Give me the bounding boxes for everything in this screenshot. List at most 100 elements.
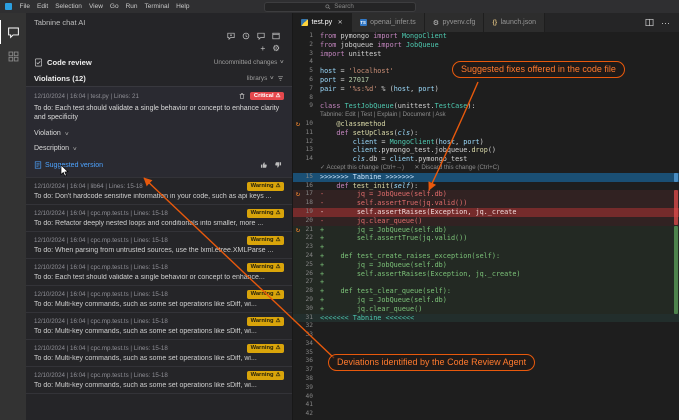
code-line-26[interactable]: 26+ self.assertRaises(Exception, jq._cre… [293,270,679,279]
trash-icon[interactable] [238,92,246,100]
code-line-32[interactable]: 32 [293,322,679,331]
menu-go[interactable]: Go [106,3,122,10]
activity-extensions-button[interactable] [0,44,26,68]
code-line-22[interactable]: 22+ self.assertTrue(jq.valid()) [293,234,679,243]
line-number: 25 [303,261,320,270]
code-line-23[interactable]: 23+ [293,243,679,252]
thumbs-up-icon[interactable] [260,161,268,169]
code-line-24[interactable]: 24+ def test_create_raises_exception(sel… [293,252,679,261]
code-line-3[interactable]: 3import unittest [293,50,679,59]
violation-item[interactable]: 12/10/2024 | 16:04 | lib64 | Lines: 15-1… [26,178,292,205]
line-number: 7 [303,85,320,94]
code-line-25[interactable]: 25+ jq = JobQueue(self.db) [293,261,679,270]
code-line-42[interactable]: 42 [293,410,679,419]
conversations-icon[interactable] [257,32,265,40]
line-number: 16 [303,182,320,191]
menu-terminal[interactable]: Terminal [141,3,173,10]
code-line-2[interactable]: 2from jobqueue import JobQueue [293,41,679,50]
code-line-8[interactable]: 8 [293,94,679,103]
code-line-39[interactable]: 39 [293,384,679,393]
code-line-21[interactable]: ↻21+ jq = JobQueue(self.db) [293,226,679,235]
line-number: 11 [303,129,320,138]
tabnine-fix-icon[interactable]: ↻ [293,226,303,235]
code-line-10[interactable]: ↻10 @classmethod [293,120,679,129]
code-line-20[interactable]: 20- jq.clear_queue() [293,217,679,226]
line-number: 26 [303,270,320,279]
tab-pyvenv.cfg[interactable]: ⚙pyvenv.cfg [425,13,485,32]
code-line-11[interactable]: 11 def setUpClass(cls): [293,129,679,138]
library-filter-dropdown[interactable]: librarys∨ [247,75,284,82]
code-line-18[interactable]: 18- self.assertTrue(jq.valid()) [293,199,679,208]
code-line-16[interactable]: 16 def test_init(self): [293,182,679,191]
tabnine-codelens[interactable]: Tabnine: Edit | Test | Explain | Documen… [293,111,679,120]
code-line-40[interactable]: 40 [293,393,679,402]
code-line-15[interactable]: 15>>>>>>> Tabnine >>>>>>> [293,173,679,182]
violation-item[interactable]: 12/10/2024 | 16:04 | cpc.mp.test.ts | Li… [26,367,292,394]
violation-text: To do: Refactor deeply nested loops and … [34,220,284,227]
activity-bar [0,13,26,420]
changes-filter-dropdown[interactable]: Uncommitted changes∨ [214,59,284,66]
severity-badge: Warning⚠ [247,182,284,191]
violation-item[interactable]: 12/10/2024 | 16:04 | cpc.mp.test.ts | Li… [26,259,292,286]
line-number: 24 [303,252,320,261]
tab-test.py[interactable]: test.py✕ [293,13,352,32]
menu-help[interactable]: Help [173,3,193,10]
chevron-down-icon: ∨ [270,75,275,81]
code-line-38[interactable]: 38 [293,375,679,384]
code-line-12[interactable]: 12 client = MongoClient(host, port) [293,138,679,147]
split-editor-icon[interactable] [645,18,654,27]
global-search-input[interactable]: Search [264,2,416,12]
description-section-toggle[interactable]: Description∨ [34,145,284,152]
close-tab-icon[interactable]: ✕ [338,19,343,26]
settings-gear-icon[interactable]: ⚙ [272,44,280,52]
code-line-29[interactable]: 29+ jq = JobQueue(self.db) [293,296,679,305]
line-number: 41 [303,401,320,410]
code-line-7[interactable]: 7pair = '%s:%d' % (host, port) [293,85,679,94]
tab-launch.json[interactable]: {}launch.json [484,13,545,32]
code-line-19[interactable]: 19- self.assertRaises(Exception, jq._cre… [293,208,679,217]
tabnine-fix-icon[interactable]: ↻ [293,120,303,129]
violation-item[interactable]: 12/10/2024 | 16:04 | cpc.mp.test.ts | Li… [26,313,292,340]
line-number: 32 [303,322,320,331]
menu-view[interactable]: View [85,3,106,10]
activity-tabnine-chat-button[interactable] [0,20,26,44]
violation-item[interactable]: 12/10/2024 | 16:04 | cpc.mp.test.ts | Li… [26,205,292,232]
code-line-1[interactable]: 1from pymongo import MongoClient [293,32,679,41]
violation-item[interactable]: 12/10/2024 | 16:04 | cpc.mp.test.ts | Li… [26,340,292,367]
menu-selection[interactable]: Selection [52,3,86,10]
violation-section-toggle[interactable]: Violation∨ [34,130,284,137]
code-line-34[interactable]: 34 [293,340,679,349]
code-line-41[interactable]: 41 [293,401,679,410]
new-conversation-icon[interactable] [227,32,235,40]
menu-file[interactable]: File [16,3,33,10]
violation-item[interactable]: 12/10/2024 | 16:04 | cpc.mp.test.ts | Li… [26,286,292,313]
code-line-33[interactable]: 33 [293,331,679,340]
code-line-28[interactable]: 28+ def test_clear_queue(self): [293,287,679,296]
menu-run[interactable]: Run [122,3,141,10]
overview-ruler[interactable] [672,32,679,420]
merge-actions-codelens[interactable]: ✓ Accept this change (Ctrl+→) ✕ Discard … [293,164,679,173]
tabnine-fix-icon[interactable]: ↻ [293,190,303,199]
new-chat-plus-icon[interactable]: + [260,44,265,52]
code-line-13[interactable]: 13 client.pymongo_test.jobqueue.drop() [293,146,679,155]
code-line-14[interactable]: 14 cls.db = client.pymongo_test [293,155,679,164]
violation-item[interactable]: 12/10/2024 | 16:04 | cpc.mp.test.ts | Li… [26,232,292,259]
more-actions-icon[interactable]: ⋯ [661,19,670,27]
line-number: 33 [303,331,320,340]
severity-badge: Warning⚠ [247,263,284,272]
chat-history-icon[interactable] [242,32,250,40]
code-line-31[interactable]: 31<<<<<<< Tabnine <<<<<<< [293,314,679,323]
code-line-9[interactable]: 9class TestJobQueue(unittest.TestCase): [293,102,679,111]
violation-meta: 12/10/2024 | 16:04 | cpc.mp.test.ts | Li… [34,237,168,244]
code-line-27[interactable]: 27+ [293,278,679,287]
severity-badge: Warning⚠ [247,290,284,299]
violation-meta: 12/10/2024 | 16:04 | cpc.mp.test.ts | Li… [34,264,168,271]
ruler-mark-added [674,226,678,314]
annotation-callout-review: Deviations identified by the Code Review… [328,354,535,371]
code-line-30[interactable]: 30+ jq.clear_queue() [293,305,679,314]
tab-openai_infer.ts[interactable]: TSopenai_infer.ts [352,13,425,32]
open-in-window-icon[interactable] [272,32,280,40]
thumbs-down-icon[interactable] [274,161,282,169]
code-line-17[interactable]: ↻17- jq = JobQueue(self.db) [293,190,679,199]
menu-edit[interactable]: Edit [33,3,51,10]
